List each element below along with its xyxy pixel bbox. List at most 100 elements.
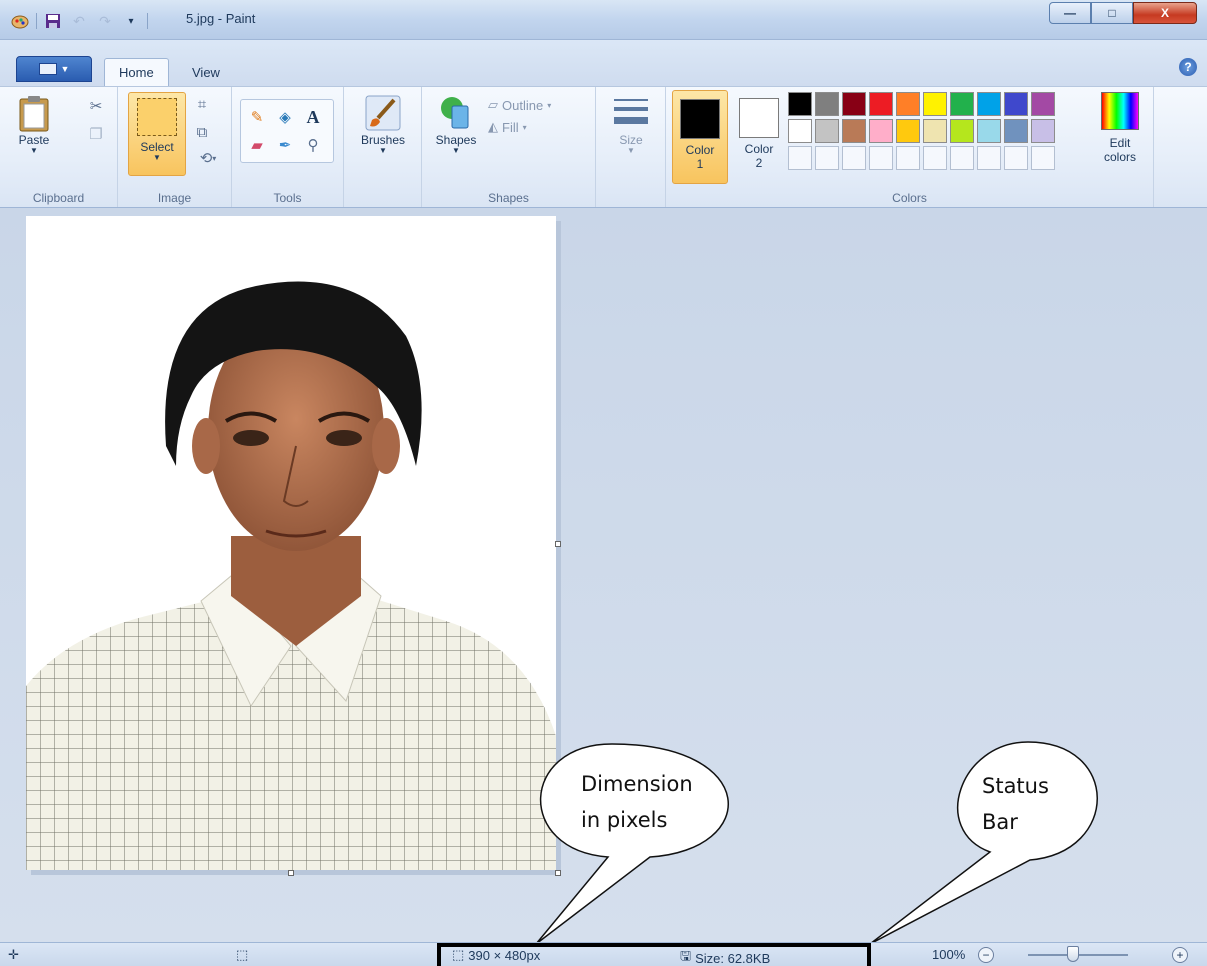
- palette-swatch[interactable]: [815, 119, 839, 143]
- rotate-icon[interactable]: ⟲ ▾: [190, 147, 226, 169]
- palette-swatch[interactable]: [1031, 92, 1055, 116]
- help-icon[interactable]: ?: [1179, 58, 1197, 76]
- portrait-photo: [26, 216, 556, 870]
- copy-icon[interactable]: ❐: [84, 123, 108, 145]
- menu-icon: [38, 63, 57, 75]
- close-button[interactable]: X: [1133, 2, 1197, 24]
- pencil-icon[interactable]: ✎: [245, 106, 269, 128]
- title-bar: ↶ ↷ ▾ 5.jpg - Paint — □ X: [0, 0, 1207, 40]
- chevron-down-icon: ▼: [379, 146, 387, 155]
- palette-empty-slot[interactable]: [869, 146, 893, 170]
- brushes-button[interactable]: Brushes ▼: [352, 93, 414, 155]
- crop-icon[interactable]: ⌗: [190, 93, 214, 115]
- palette-swatch[interactable]: [950, 92, 974, 116]
- image-canvas[interactable]: [26, 216, 556, 870]
- palette-swatch[interactable]: [1031, 119, 1055, 143]
- palette-empty-slot[interactable]: [1004, 146, 1028, 170]
- select-button[interactable]: Select ▼: [128, 92, 186, 176]
- magnifier-icon[interactable]: ⚲: [301, 134, 325, 156]
- palette-swatch[interactable]: [815, 92, 839, 116]
- group-label-shapes: Shapes: [488, 191, 529, 205]
- palette-swatch[interactable]: [896, 119, 920, 143]
- group-clipboard: Paste ▼ ✂ ❐ Clipboard: [0, 87, 118, 207]
- cut-icon[interactable]: ✂: [84, 95, 108, 117]
- tab-view[interactable]: View: [178, 58, 234, 86]
- palette-empty-slot[interactable]: [842, 146, 866, 170]
- palette-empty-slot[interactable]: [815, 146, 839, 170]
- zoom-out-button[interactable]: −: [978, 947, 994, 963]
- outline-icon: ▱: [488, 97, 498, 112]
- palette-swatch[interactable]: [842, 119, 866, 143]
- status-bar: ✛ ⬚ ⬚ 390 × 480px 🖫 Size: 62.8KB 100% − …: [0, 942, 1207, 966]
- palette-empty-slot[interactable]: [1031, 146, 1055, 170]
- palette-empty-slot[interactable]: [896, 146, 920, 170]
- paste-button[interactable]: Paste ▼: [14, 93, 54, 155]
- resize-handle-right[interactable]: [555, 541, 561, 547]
- fill-bucket-icon[interactable]: ◈: [273, 106, 297, 128]
- redo-icon[interactable]: ↷: [95, 11, 115, 31]
- palette-swatch[interactable]: [869, 119, 893, 143]
- tab-home[interactable]: Home: [104, 58, 169, 86]
- color1-button[interactable]: Color 1: [672, 90, 728, 184]
- palette-swatch[interactable]: [788, 92, 812, 116]
- palette-swatch[interactable]: [923, 119, 947, 143]
- ribbon: Paste ▼ ✂ ❐ Clipboard Image Select ▼ ⌗ ⧉…: [0, 86, 1207, 208]
- palette-empty-slot[interactable]: [923, 146, 947, 170]
- clipboard-icon: [14, 93, 54, 133]
- status-callout-text: Status Bar: [982, 774, 1049, 834]
- zoom-in-button[interactable]: +: [1172, 947, 1188, 963]
- palette-swatch[interactable]: [977, 119, 1001, 143]
- eraser-icon[interactable]: ▰: [245, 134, 269, 156]
- fill-dropdown[interactable]: ◭ Fill ▾: [488, 119, 527, 135]
- resize-handle-bottom[interactable]: [288, 870, 294, 876]
- maximize-button[interactable]: □: [1091, 2, 1133, 24]
- minus-icon: −: [978, 947, 994, 963]
- paint-app-icon[interactable]: [10, 11, 30, 31]
- zoom-level: 100%: [932, 947, 966, 962]
- group-label-image: Image: [157, 191, 192, 205]
- group-label-tools: Tools: [273, 191, 302, 205]
- palette-swatch[interactable]: [1004, 92, 1028, 116]
- cursor-position-icon: ✛: [8, 947, 19, 962]
- brush-icon: [363, 93, 403, 133]
- window-controls: — □ X: [1049, 2, 1197, 24]
- color-palette: [788, 92, 1055, 170]
- palette-swatch[interactable]: [977, 92, 1001, 116]
- shapes-button[interactable]: Shapes ▼: [428, 93, 484, 155]
- text-tool-icon[interactable]: A: [301, 106, 325, 128]
- chevron-down-icon: ▼: [627, 146, 635, 155]
- edit-colors-button[interactable]: Edit colors: [1090, 92, 1150, 164]
- tools-panel: ✎ ◈ A ▰ ✒ ⚲: [240, 99, 334, 163]
- fill-icon: ◭: [488, 119, 498, 134]
- chevron-down-icon: ▼: [60, 64, 70, 74]
- chevron-down-icon: ▾: [522, 122, 527, 132]
- palette-swatch[interactable]: [788, 119, 812, 143]
- palette-empty-slot[interactable]: [977, 146, 1001, 170]
- customize-dropdown-icon[interactable]: ▾: [121, 11, 141, 31]
- palette-swatch[interactable]: [950, 119, 974, 143]
- dimension-callout-text: Dimension in pixels: [581, 772, 693, 832]
- undo-icon[interactable]: ↶: [69, 11, 89, 31]
- palette-swatch[interactable]: [869, 92, 893, 116]
- resize-handle-corner[interactable]: [555, 870, 561, 876]
- group-label-colors: Colors: [892, 191, 927, 205]
- chevron-down-icon: ▾: [547, 100, 552, 110]
- status-highlight-box: [437, 943, 871, 966]
- size-button[interactable]: Size ▼: [602, 93, 660, 155]
- palette-swatch[interactable]: [923, 92, 947, 116]
- color2-button[interactable]: Color 2: [734, 90, 784, 184]
- outline-dropdown[interactable]: ▱ Outline ▾: [488, 97, 551, 113]
- color-picker-icon[interactable]: ✒: [273, 134, 297, 156]
- group-label-clipboard: Clipboard: [32, 191, 85, 205]
- palette-empty-slot[interactable]: [788, 146, 812, 170]
- paint-menu-button[interactable]: ▼: [16, 56, 92, 82]
- palette-empty-slot[interactable]: [950, 146, 974, 170]
- minimize-button[interactable]: —: [1049, 2, 1091, 24]
- palette-swatch[interactable]: [842, 92, 866, 116]
- zoom-slider-thumb[interactable]: [1067, 946, 1079, 962]
- save-icon[interactable]: [43, 11, 63, 31]
- palette-swatch[interactable]: [1004, 119, 1028, 143]
- color2-swatch: [739, 98, 779, 138]
- resize-icon[interactable]: ⧉: [190, 121, 214, 143]
- palette-swatch[interactable]: [896, 92, 920, 116]
